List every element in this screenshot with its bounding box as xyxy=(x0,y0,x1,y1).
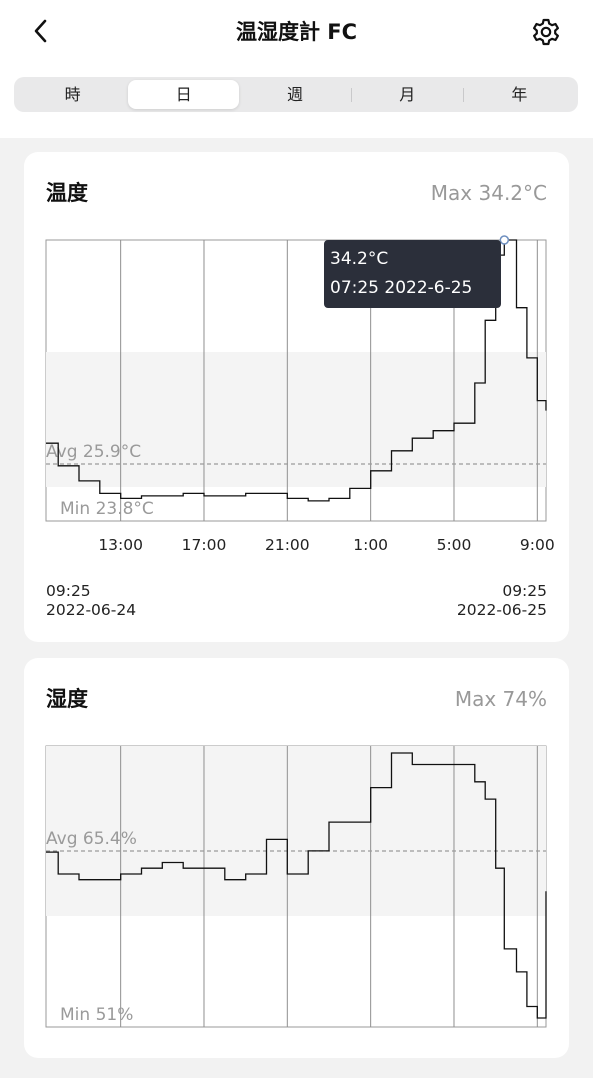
temperature-card: 温度 Max 34.2°C Avg 25.9°C Min 23.8°C 13:0… xyxy=(24,152,569,642)
tab-hour[interactable]: 時 xyxy=(17,80,128,109)
min-label: Min 51% xyxy=(60,1005,133,1025)
avg-label: Avg 25.9°C xyxy=(46,442,141,462)
tab-week[interactable]: 週 xyxy=(239,80,350,109)
tooltip-value: 34.2°C xyxy=(330,249,388,269)
x-tick-label: 5:00 xyxy=(437,536,472,554)
min-label: Min 23.8°C xyxy=(60,499,154,519)
avg-label: Avg 65.4% xyxy=(46,829,137,849)
range-end-time: 09:25 xyxy=(502,582,547,600)
x-tick-label: 21:00 xyxy=(265,536,310,554)
tooltip-time: 07:25 2022-6-25 xyxy=(330,278,472,298)
range-start-date: 2022-06-24 xyxy=(46,601,137,619)
range-start: 09:25 2022-06-24 xyxy=(46,582,136,620)
temperature-chart[interactable]: Avg 25.9°C Min 23.8°C 13:00 17:00 21:00 1:0… xyxy=(24,152,569,572)
gear-icon xyxy=(533,18,559,46)
humidity-card: 湿度 Max 74% Avg 65.4% Min 51% xyxy=(24,658,569,1058)
x-tick-labels: 13:00 17:00 21:00 1:00 5:00 9:00 xyxy=(98,536,554,554)
period-selector: 時 日 週 月 年 xyxy=(14,77,578,112)
x-tick-label: 9:00 xyxy=(520,536,555,554)
range-end: 09:25 2022-06-25 xyxy=(457,582,547,620)
settings-button[interactable] xyxy=(528,14,564,50)
x-tick-label: 17:00 xyxy=(182,536,227,554)
page-title: 温湿度計 FC xyxy=(235,20,358,44)
x-tick-label: 1:00 xyxy=(353,536,388,554)
humidity-chart[interactable]: Avg 65.4% Min 51% xyxy=(24,658,569,1078)
x-tick-label: 13:00 xyxy=(98,536,143,554)
top-bar: 温湿度計 FC 時 日 週 月 年 xyxy=(0,0,593,138)
range-end-date: 2022-06-25 xyxy=(456,601,547,619)
tab-day[interactable]: 日 xyxy=(128,80,240,109)
range-start-time: 09:25 xyxy=(46,582,91,600)
tab-year[interactable]: 年 xyxy=(464,80,575,109)
highlight-point xyxy=(499,235,510,245)
tab-month[interactable]: 月 xyxy=(352,80,463,109)
tooltip: 34.2°C 07:25 2022-6-25 xyxy=(324,240,501,308)
